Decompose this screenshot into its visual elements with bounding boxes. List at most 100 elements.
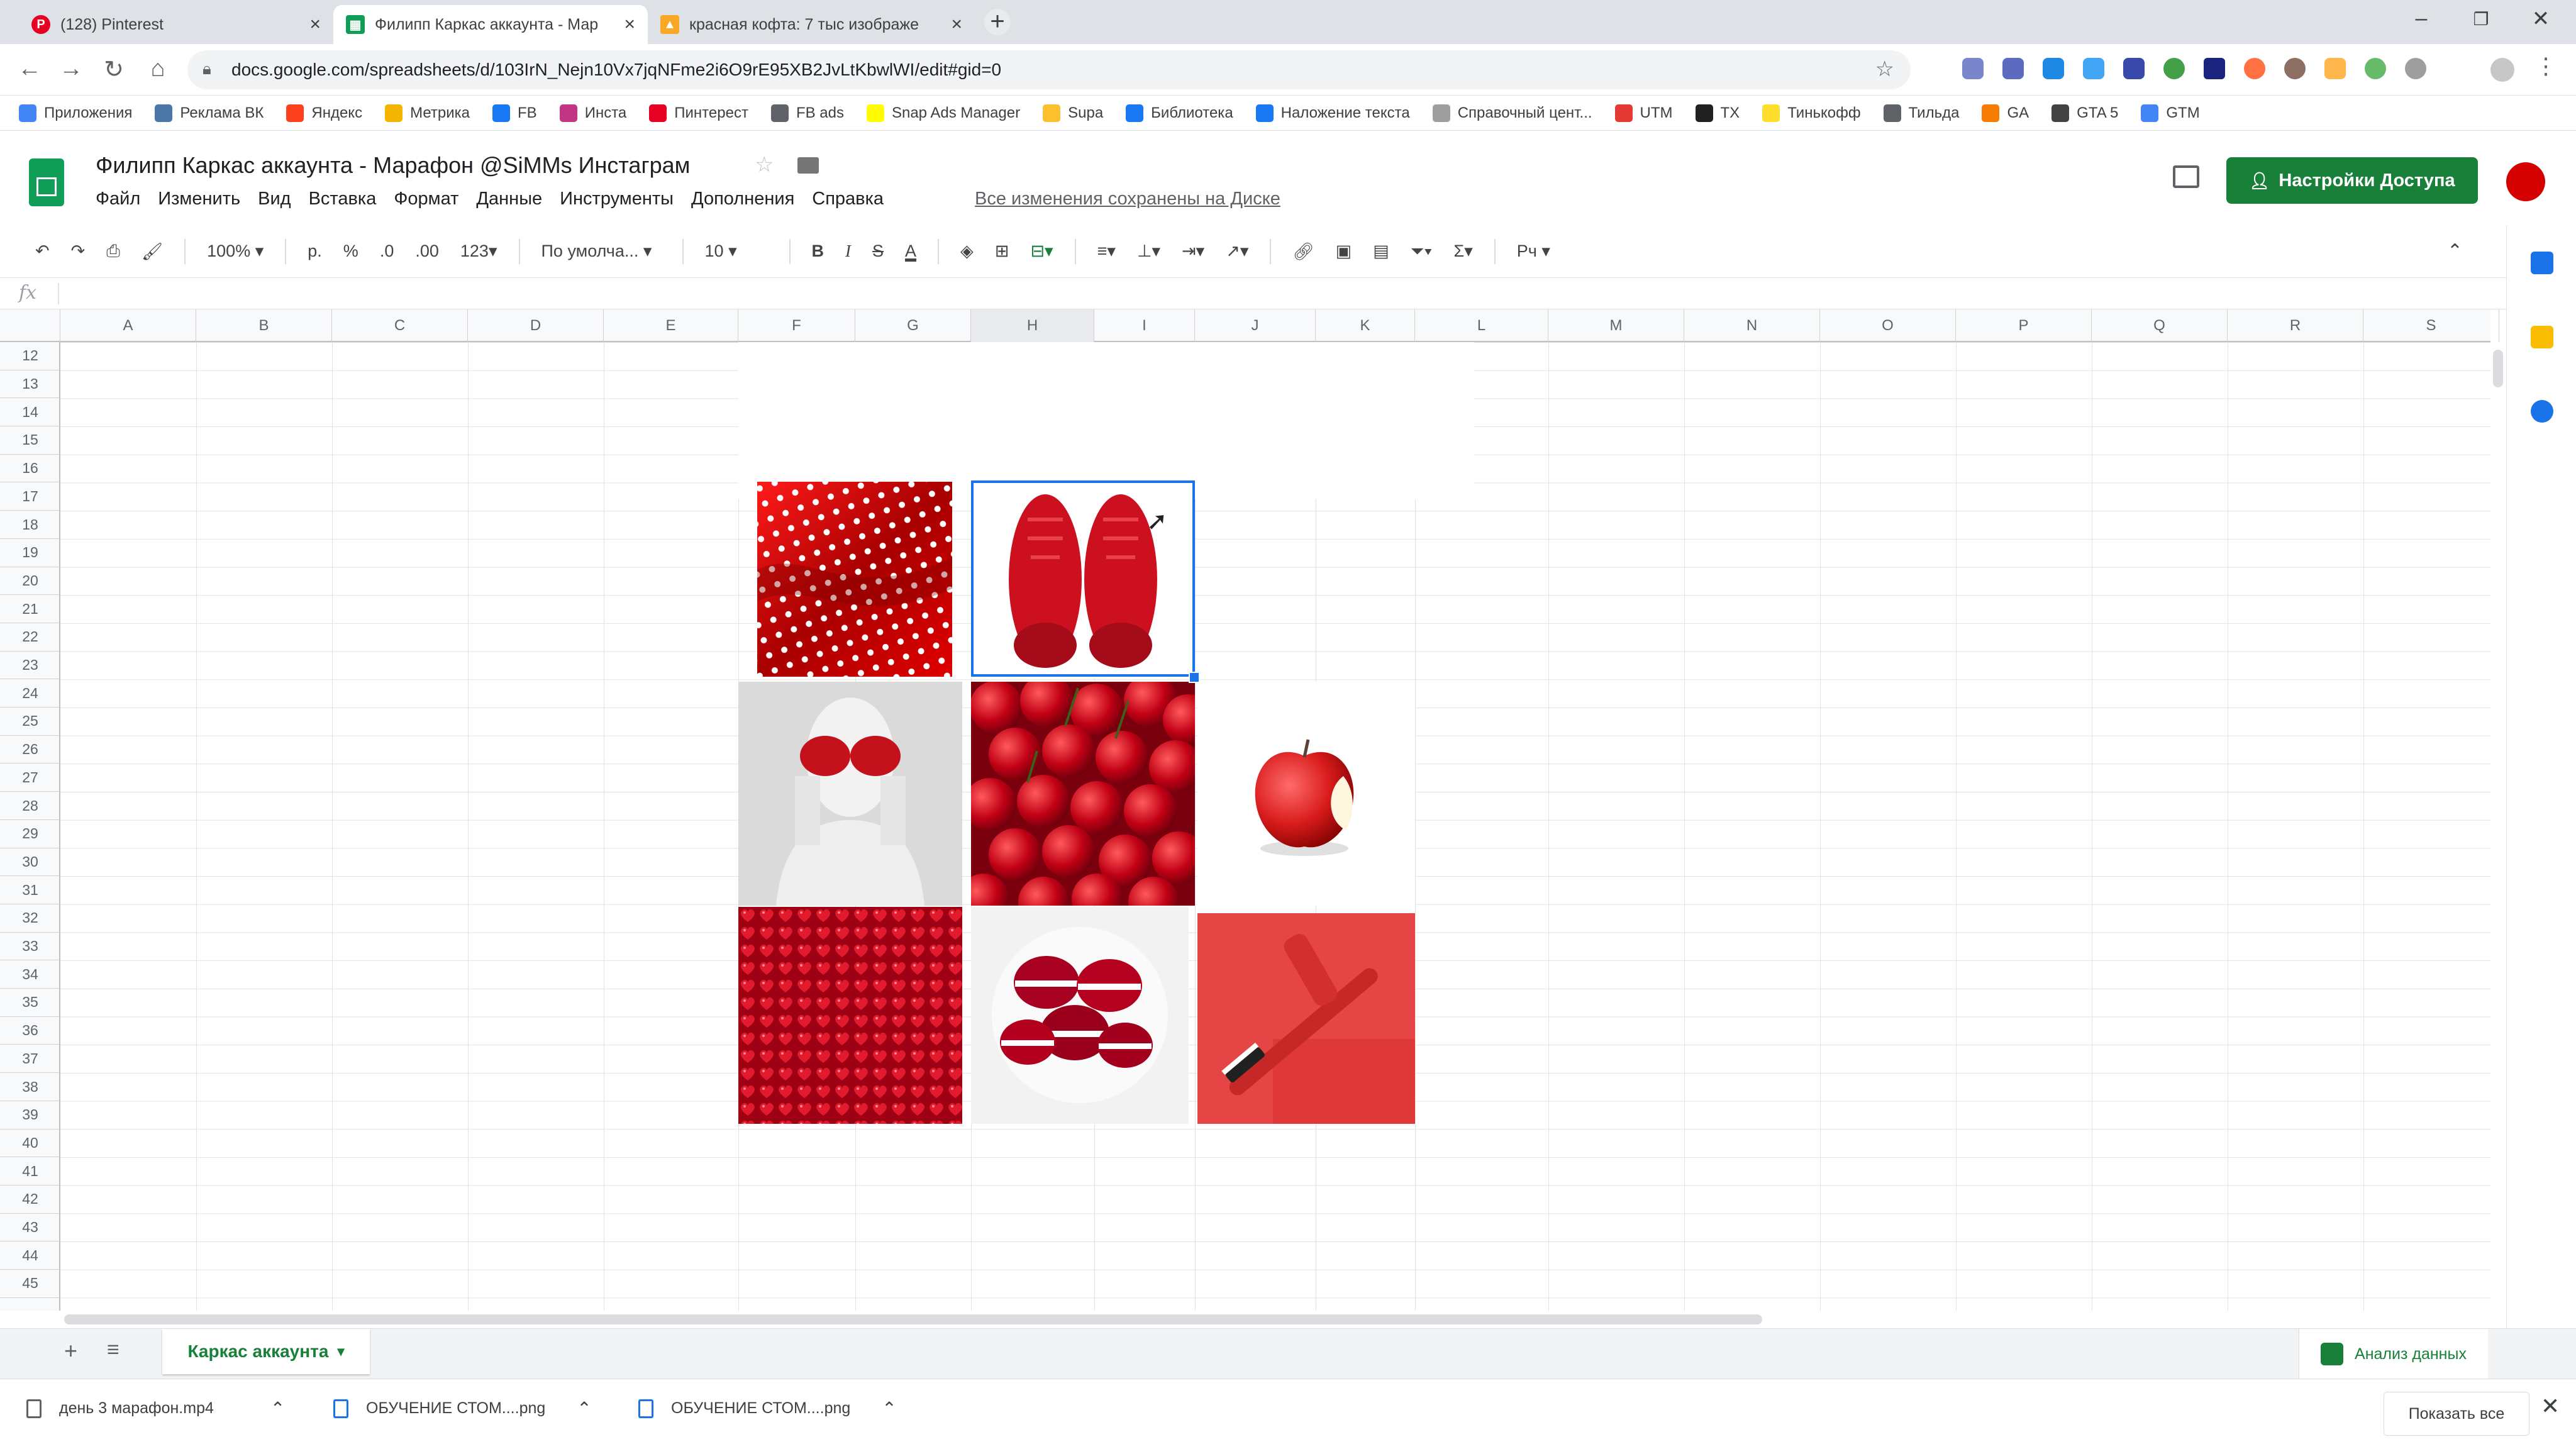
row-header[interactable]: 13 (0, 370, 59, 399)
column-header-q[interactable]: Q (2092, 309, 2228, 342)
undo-icon[interactable]: ↶ (35, 242, 50, 261)
row-header[interactable]: 42 (0, 1185, 59, 1214)
column-header-p[interactable]: P (1956, 309, 2092, 342)
row-header[interactable]: 32 (0, 904, 59, 933)
browser-tab-sheets[interactable]: ▦ Филипп Каркас аккаунта - Мар × (333, 5, 648, 44)
extension-icon[interactable] (2123, 58, 2145, 79)
tasks-icon[interactable] (2531, 400, 2553, 423)
red-macarons-image[interactable] (971, 907, 1189, 1124)
zoom-select[interactable]: 100% ▾ (207, 242, 264, 261)
row-header[interactable]: 38 (0, 1073, 59, 1101)
resize-handle[interactable] (1189, 672, 1200, 683)
row-header[interactable]: 20 (0, 567, 59, 596)
column-header-f[interactable]: F (738, 309, 855, 342)
column-header-a[interactable]: A (60, 309, 196, 342)
extension-icon[interactable] (2002, 58, 2024, 79)
row-header[interactable]: 39 (0, 1101, 59, 1130)
row-header[interactable]: 18 (0, 511, 59, 539)
row-header[interactable]: 24 (0, 679, 59, 708)
extension-icon[interactable] (1962, 58, 1984, 79)
horizontal-align-icon[interactable]: ≡▾ (1097, 242, 1116, 261)
column-header-o[interactable]: O (1820, 309, 1956, 342)
percent-format-button[interactable]: % (343, 242, 358, 261)
comments-icon[interactable] (2173, 165, 2199, 188)
bookmark-item[interactable]: TX (1695, 104, 1740, 122)
row-header[interactable]: 26 (0, 736, 59, 764)
avatar[interactable] (2506, 162, 2545, 201)
row-header[interactable]: 31 (0, 876, 59, 904)
borders-icon[interactable]: ⊞ (995, 242, 1009, 261)
row-header[interactable]: 40 (0, 1130, 59, 1158)
decrease-decimals-button[interactable]: .0 (380, 242, 394, 261)
red-polka-dot-fabric-image[interactable] (757, 482, 952, 677)
all-sheets-button[interactable]: ≡ (107, 1338, 119, 1362)
row-header[interactable]: 25 (0, 708, 59, 736)
chevron-down-icon[interactable]: ▾ (337, 1343, 344, 1360)
red-apple-image[interactable] (1197, 682, 1415, 906)
bookmark-item[interactable]: Библиотека (1126, 104, 1233, 122)
sheet-tab-active[interactable]: Каркас аккаунта ▾ (162, 1329, 370, 1374)
woman-red-gloves-image[interactable] (738, 682, 962, 906)
text-wrap-icon[interactable]: ⇥▾ (1182, 242, 1204, 261)
merge-cells-icon[interactable]: ⊟▾ (1030, 242, 1053, 261)
menu-file[interactable]: Файл (96, 189, 140, 209)
extension-icon[interactable] (2244, 58, 2265, 79)
row-header[interactable]: 27 (0, 764, 59, 792)
increase-decimals-button[interactable]: .00 (415, 242, 439, 261)
row-header[interactable]: 43 (0, 1214, 59, 1242)
star-icon[interactable]: ☆ (1875, 57, 1894, 82)
menu-data[interactable]: Данные (476, 189, 542, 209)
extension-icon[interactable] (2324, 58, 2346, 79)
collapse-toolbar-icon[interactable]: ⌃ (2447, 240, 2463, 262)
vertical-scrollbar[interactable] (2490, 342, 2506, 1311)
bookmark-item[interactable]: Приложения (19, 104, 132, 122)
input-tools-icon[interactable]: Pч ▾ (1517, 242, 1550, 261)
reload-icon[interactable]: ↻ (98, 55, 130, 84)
row-header[interactable]: 15 (0, 426, 59, 455)
profile-avatar[interactable] (2490, 58, 2514, 82)
add-sheet-button[interactable]: + (64, 1338, 77, 1364)
document-title[interactable]: Филипп Каркас аккаунта - Марафон @SiMMs … (96, 152, 690, 179)
fill-color-icon[interactable]: ◈ (960, 242, 974, 261)
row-header[interactable]: 28 (0, 792, 59, 820)
row-header[interactable]: 29 (0, 820, 59, 848)
bookmark-item[interactable]: Справочный цент... (1432, 104, 1592, 122)
vertical-align-icon[interactable]: ⊥▾ (1137, 242, 1160, 261)
column-header-e[interactable]: E (604, 309, 738, 342)
bookmark-item[interactable]: UTM (1614, 104, 1673, 122)
extension-icon[interactable] (2284, 58, 2306, 79)
bookmark-item[interactable]: FB (492, 104, 537, 122)
insert-chart-icon[interactable]: ▤ (1373, 242, 1389, 261)
extension-icon[interactable] (2043, 58, 2064, 79)
red-hearts-candy-image[interactable] (738, 907, 962, 1124)
show-all-downloads-button[interactable]: Показать все (2384, 1392, 2529, 1436)
bookmark-item[interactable]: Метрика (385, 104, 470, 122)
column-header-j[interactable]: J (1195, 309, 1316, 342)
row-header[interactable]: 36 (0, 1017, 59, 1045)
row-header[interactable]: 19 (0, 539, 59, 567)
menu-addons[interactable]: Дополнения (691, 189, 794, 209)
column-header-g[interactable]: G (855, 309, 971, 342)
chevron-up-icon[interactable]: ⌃ (577, 1398, 591, 1419)
close-icon[interactable]: × (624, 14, 635, 35)
scrollbar-thumb[interactable] (64, 1314, 1762, 1324)
download-item[interactable]: день 3 марафон.mp4 ⌃ (26, 1398, 285, 1419)
menu-edit[interactable]: Изменить (158, 189, 240, 209)
bookmark-item[interactable]: Supa (1043, 104, 1103, 122)
cell-grid[interactable]: ➚ (60, 342, 2490, 1311)
horizontal-scrollbar[interactable] (60, 1311, 2490, 1328)
column-header-i[interactable]: I (1094, 309, 1195, 342)
formula-bar[interactable]: fx (0, 278, 2506, 309)
extension-icon[interactable] (2405, 58, 2426, 79)
bookmark-item[interactable]: Snap Ads Manager (866, 104, 1020, 122)
scrollbar-thumb[interactable] (2493, 350, 2503, 387)
column-header-n[interactable]: N (1684, 309, 1820, 342)
bookmark-item[interactable]: GA (1982, 104, 2029, 122)
forward-icon[interactable]: → (55, 55, 87, 82)
browser-tab-yandex[interactable]: ▲ красная кофта: 7 тыс изображе × (648, 5, 975, 44)
bookmark-item[interactable]: Пинтерест (649, 104, 748, 122)
paint-format-icon[interactable]: 🖌︎ (142, 242, 163, 262)
column-header-h[interactable]: H (971, 309, 1094, 342)
font-size-select[interactable]: 10 ▾ (705, 242, 768, 261)
calendar-icon[interactable] (2531, 252, 2553, 274)
